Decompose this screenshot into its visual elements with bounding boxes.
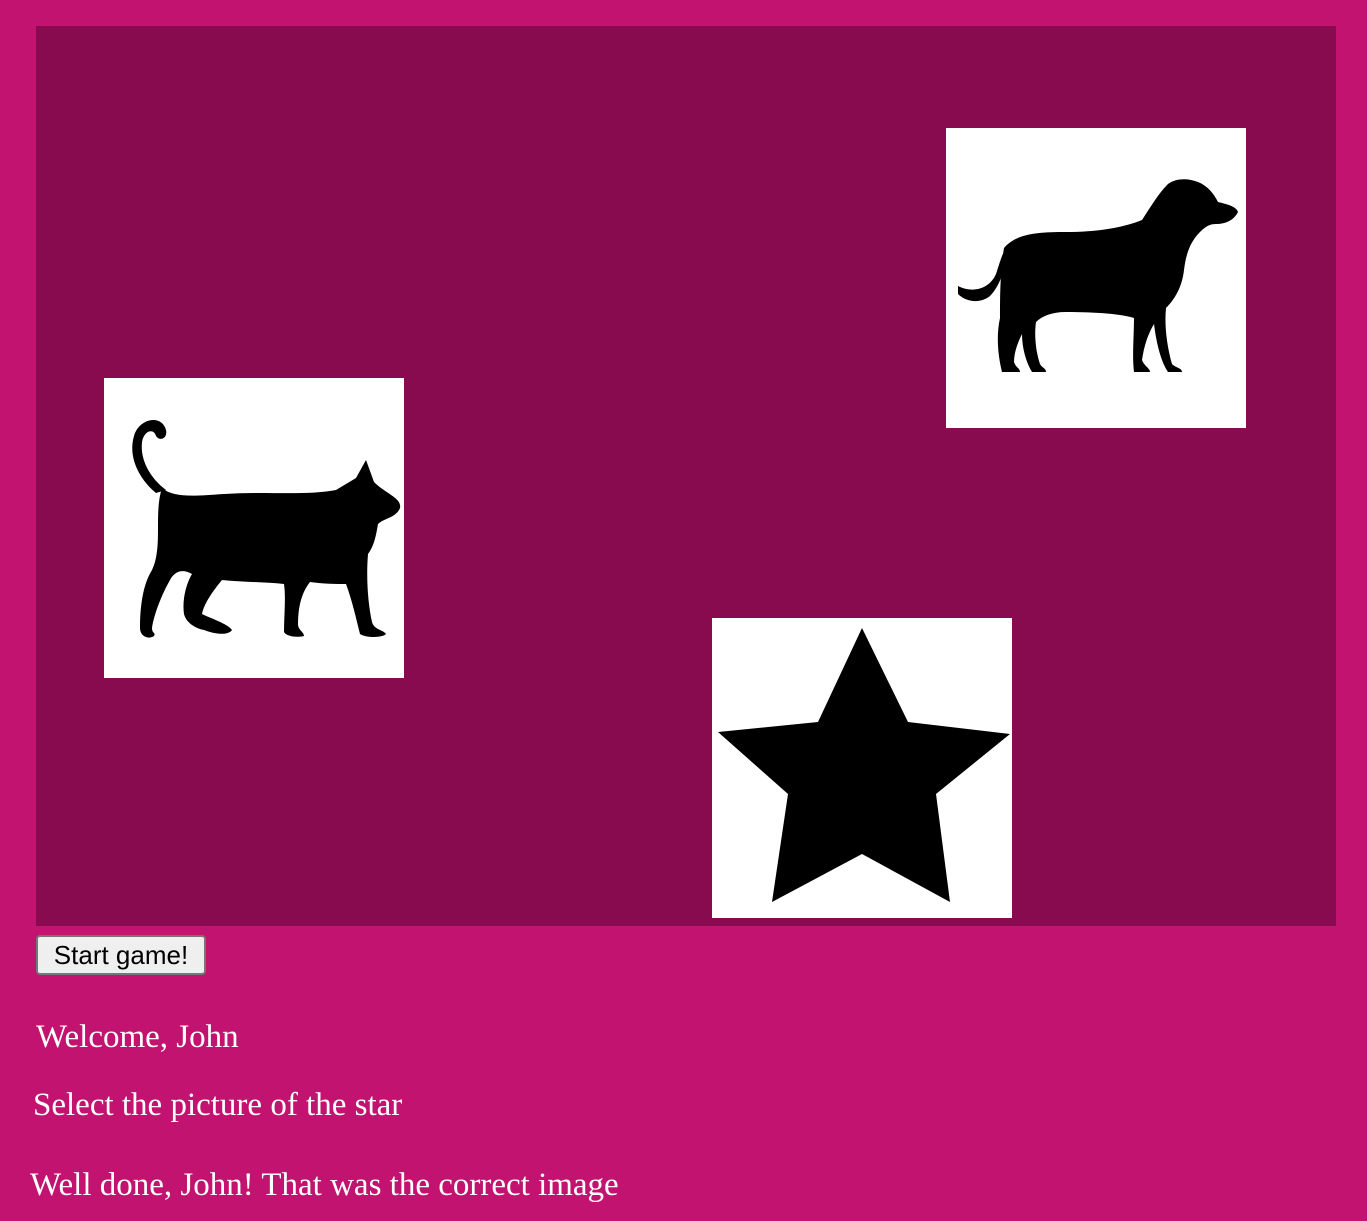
dog-silhouette-icon	[958, 179, 1238, 372]
cat-card[interactable]	[104, 378, 404, 678]
start-game-button[interactable]: Start game!	[36, 935, 206, 975]
feedback-message: Well done, John! That was the correct im…	[30, 1167, 619, 1203]
game-board	[36, 26, 1336, 926]
star-icon	[718, 628, 1010, 902]
star-card[interactable]	[712, 618, 1012, 918]
dog-card[interactable]	[946, 128, 1246, 428]
cat-silhouette-icon	[132, 419, 401, 638]
instruction-message: Select the picture of the star	[33, 1087, 403, 1123]
welcome-message: Welcome, John	[36, 1019, 239, 1055]
